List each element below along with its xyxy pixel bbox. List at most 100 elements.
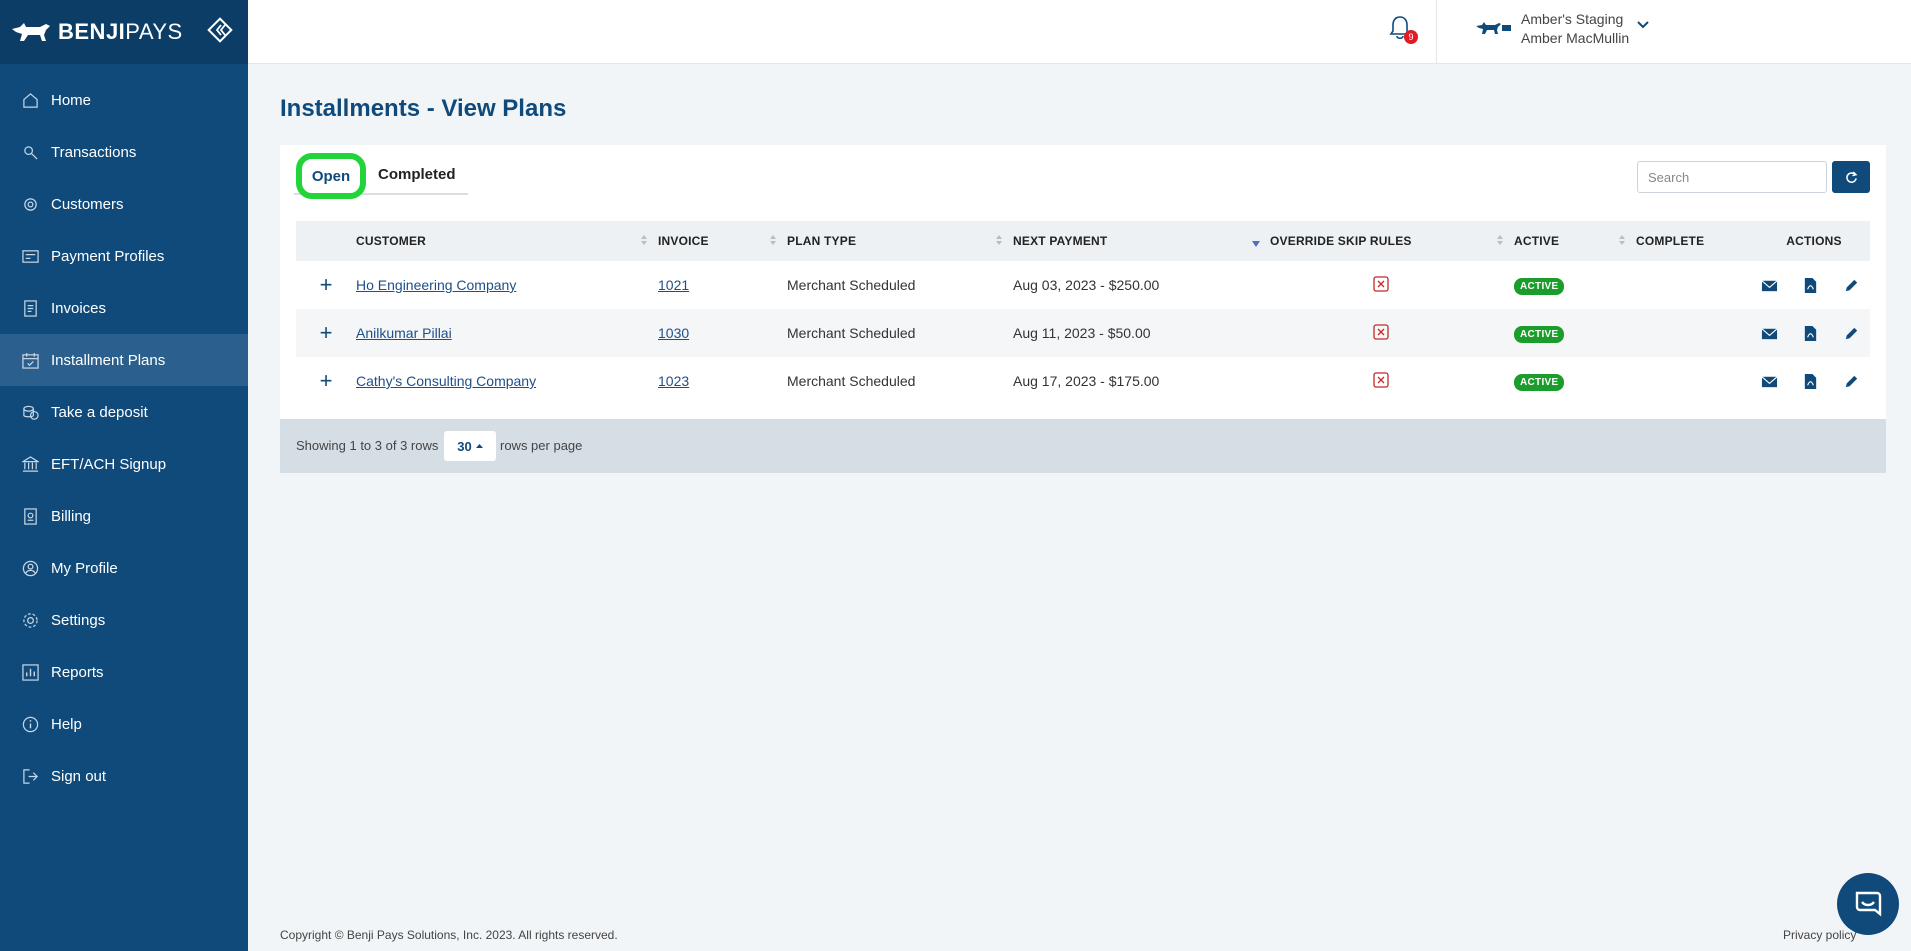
rows-per-page-value: 30 — [457, 438, 472, 454]
sidebar-item-label: Installment Plans — [51, 351, 166, 369]
sidebar-item-label: Billing — [51, 507, 92, 525]
sidebar-item-reports[interactable]: Reports — [0, 646, 248, 698]
expand-row-button[interactable]: + — [296, 309, 356, 357]
help-chat-button[interactable] — [1837, 873, 1899, 935]
sidebar-item-sign-out[interactable]: Sign out — [0, 750, 248, 802]
row-actions — [1758, 277, 1870, 294]
sidebar-item-label: Reports — [51, 663, 104, 681]
edit-icon[interactable] — [1843, 277, 1860, 294]
sort-icon — [1619, 235, 1625, 245]
sidebar-item-customers[interactable]: Customers — [0, 178, 248, 230]
rows-per-page-select[interactable]: 30 — [444, 431, 496, 461]
email-icon[interactable] — [1761, 325, 1778, 342]
status-badge: ACTIVE — [1514, 373, 1565, 391]
status-badge: ACTIVE — [1514, 277, 1565, 295]
column-header-override-skip-rules[interactable]: OVERRIDE SKIP RULES — [1270, 221, 1514, 261]
pagination-bar: Showing 1 to 3 of 3 rows 30 rows per pag… — [280, 419, 1886, 473]
sidebar-item-home[interactable]: Home — [0, 74, 248, 126]
caret-up-icon — [475, 444, 483, 448]
pagination-info: Showing 1 to 3 of 3 rows — [296, 438, 439, 453]
chevron-down-icon[interactable] — [1636, 18, 1650, 32]
sidebar-item-installment-plans[interactable]: Installment Plans — [0, 334, 248, 386]
pdf-icon[interactable] — [1802, 373, 1819, 390]
sidebar-item-transactions[interactable]: Transactions — [0, 126, 248, 178]
pdf-icon[interactable] — [1802, 277, 1819, 294]
benji-dog-logo-icon — [12, 23, 50, 41]
sidebar-item-label: Sign out — [51, 767, 107, 785]
sidebar-item-label: Payment Profiles — [51, 247, 165, 265]
sort-desc-icon — [1252, 241, 1260, 247]
refresh-icon — [1845, 170, 1857, 183]
calendar-icon — [22, 352, 39, 369]
sidebar-item-my-profile[interactable]: My Profile — [0, 542, 248, 594]
notification-count-badge: 9 — [1404, 30, 1418, 44]
tab-completed[interactable]: Completed — [366, 166, 468, 183]
edit-icon[interactable] — [1843, 325, 1860, 342]
sidebar-item-eft-ach-signup[interactable]: EFT/ACH Signup — [0, 438, 248, 490]
expand-row-button[interactable]: + — [296, 357, 356, 405]
user-name: Amber MacMullin — [1521, 30, 1630, 46]
customer-link[interactable]: Ho Engineering Company — [356, 277, 516, 293]
brand-name: BENJIPAYS — [58, 19, 183, 44]
sidebar-item-payment-profiles[interactable]: Payment Profiles — [0, 230, 248, 282]
sidebar-item-settings[interactable]: Settings — [0, 594, 248, 646]
sidebar-item-take-a-deposit[interactable]: Take a deposit — [0, 386, 248, 438]
column-header-complete: COMPLETE — [1636, 234, 1705, 248]
customers-icon — [24, 197, 37, 211]
sidebar-item-label: Home — [51, 91, 92, 109]
expand-column-header — [296, 221, 356, 261]
home-icon — [23, 92, 38, 108]
complete-cell — [1636, 309, 1758, 357]
privacy-policy-link[interactable]: Privacy policy — [1783, 928, 1856, 942]
expand-row-button[interactable]: + — [296, 261, 356, 309]
pdf-icon[interactable] — [1802, 325, 1819, 342]
profile-icon — [22, 560, 39, 576]
complete-cell — [1636, 357, 1758, 405]
column-header-plan-type[interactable]: PLAN TYPE — [787, 221, 1013, 261]
sort-icon — [1497, 235, 1503, 245]
brand-bar: BENJIPAYS — [0, 0, 248, 64]
sidebar-item-label: Customers — [51, 195, 124, 213]
sidebar-nav: Home Transactions Customers Payment Prof… — [0, 74, 248, 802]
customer-link[interactable]: Anilkumar Pillai — [356, 325, 452, 341]
account-switcher[interactable]: Amber's Staging Amber MacMullin — [1521, 10, 1629, 48]
search-input[interactable] — [1637, 161, 1827, 193]
edit-icon[interactable] — [1843, 373, 1860, 390]
invoice-link[interactable]: 1021 — [658, 277, 689, 293]
sidebar-item-help[interactable]: Help — [0, 698, 248, 750]
column-header-invoice[interactable]: INVOICE — [658, 221, 787, 261]
chat-icon — [1855, 891, 1882, 917]
top-bar — [248, 0, 1911, 64]
tab-open[interactable]: Open — [296, 153, 366, 199]
sidebar-item-label: Invoices — [51, 299, 107, 317]
email-icon[interactable] — [1761, 373, 1778, 390]
sidebar-item-label: Settings — [51, 611, 106, 629]
status-badge: ACTIVE — [1514, 325, 1565, 343]
sidebar-item-label: EFT/ACH Signup — [51, 455, 167, 473]
sidebar-item-invoices[interactable]: Invoices — [0, 282, 248, 334]
reports-icon — [22, 663, 39, 681]
plan-tabs: Open Completed — [294, 153, 468, 199]
refresh-button[interactable] — [1832, 161, 1870, 193]
column-header-next-payment[interactable]: NEXT PAYMENT — [1013, 221, 1270, 261]
column-header-customer[interactable]: CUSTOMER — [356, 221, 658, 261]
email-icon[interactable] — [1761, 277, 1778, 294]
invoice-link[interactable]: 1030 — [658, 325, 689, 341]
gear-icon — [23, 612, 38, 628]
sidebar-item-label: My Profile — [51, 559, 118, 577]
row-actions — [1758, 373, 1870, 390]
sidebar-item-label: Take a deposit — [51, 403, 148, 421]
account-name: Amber's Staging — [1521, 11, 1624, 27]
sidebar-item-billing[interactable]: Billing — [0, 490, 248, 542]
x-box-icon — [1373, 275, 1389, 292]
customer-link[interactable]: Cathy's Consulting Company — [356, 373, 536, 389]
notifications-button[interactable]: 9 — [1388, 14, 1418, 44]
sort-icon — [641, 235, 647, 245]
invoice-link[interactable]: 1023 — [658, 373, 689, 389]
x-box-icon — [1373, 323, 1389, 340]
sidebar-item-label: Help — [51, 715, 82, 733]
plans-table: CUSTOMER INVOICE PLAN TYPE NEXT PAYMENT … — [296, 221, 1870, 405]
column-header-active[interactable]: ACTIVE — [1514, 221, 1636, 261]
collapse-sidebar-icon[interactable] — [206, 16, 234, 44]
table-row: + Cathy's Consulting Company 1023 Mercha… — [296, 357, 1870, 405]
